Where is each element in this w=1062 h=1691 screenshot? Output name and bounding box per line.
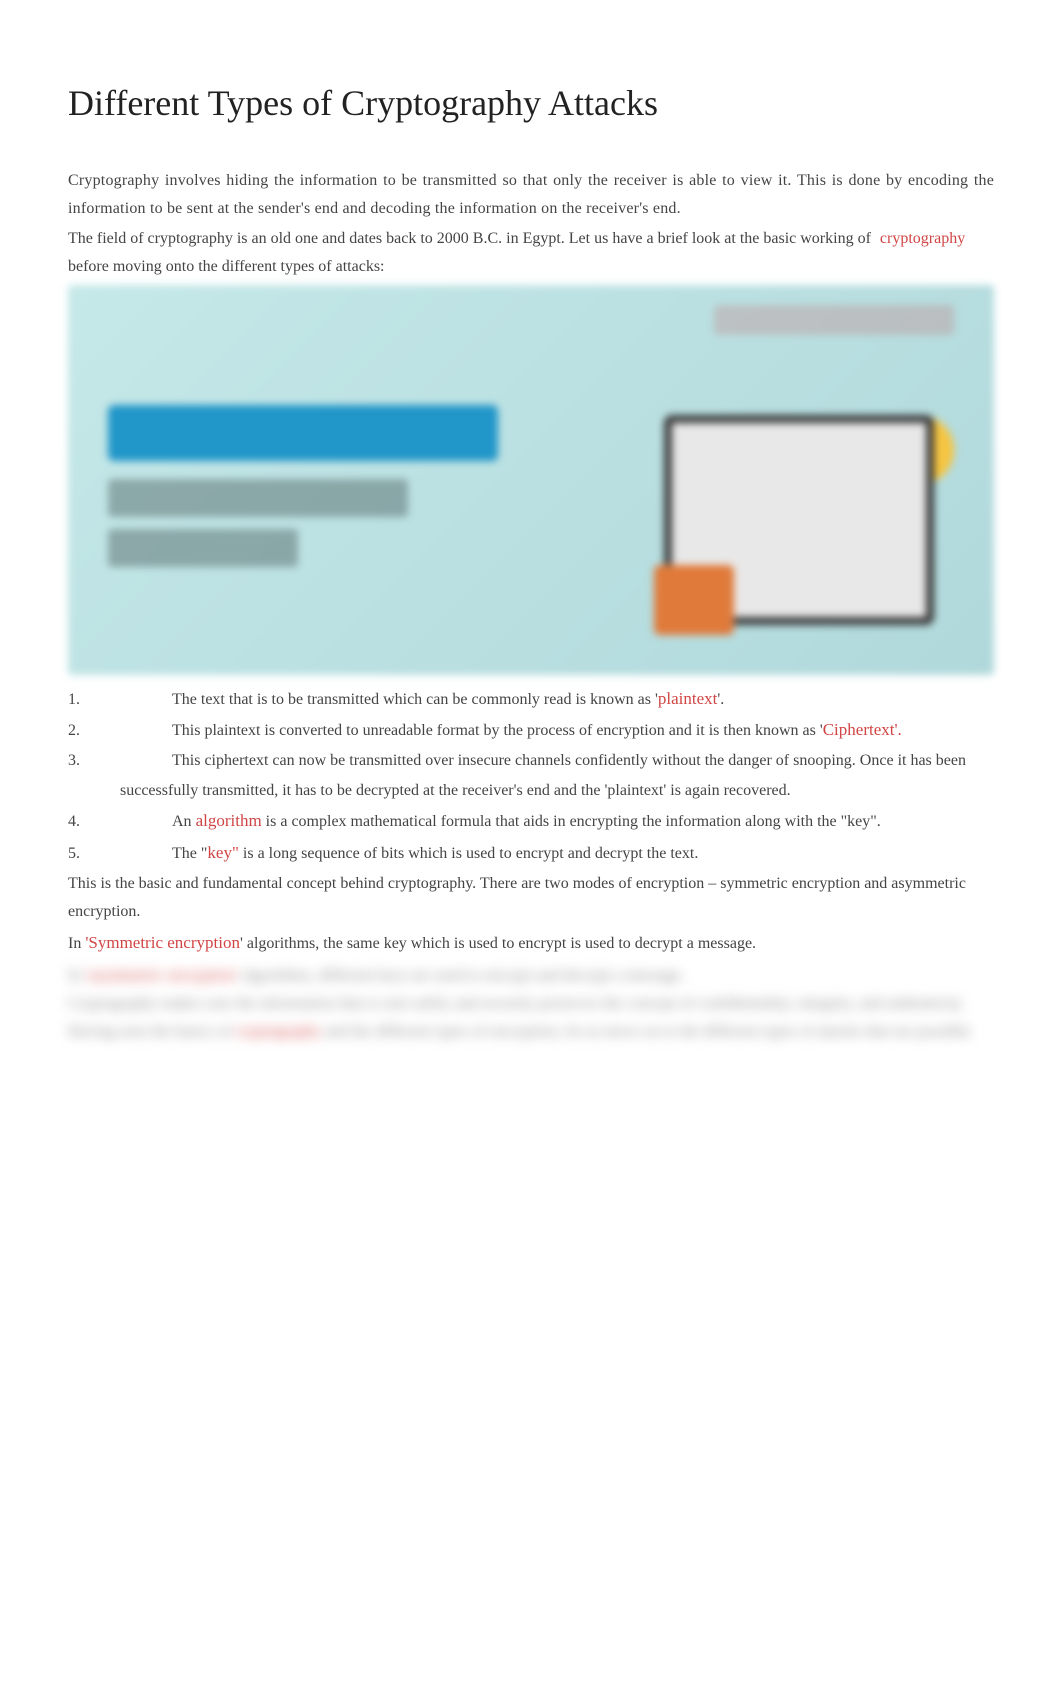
list-item-4: An algorithm is a complex mathematical f… [68, 805, 994, 837]
algorithm-term: algorithm [196, 811, 262, 830]
list-item-2: This plaintext is converted to unreadabl… [68, 714, 994, 746]
item4-text-b: is a complex mathematical formula that a… [262, 813, 881, 830]
cryptography-term-2: cryptography [236, 1023, 321, 1040]
item2-text-a: This plaintext is converted to unreadabl… [124, 722, 823, 739]
plaintext-term: plaintext [658, 689, 717, 708]
blur-1b: algorithms, different keys are used to e… [238, 967, 684, 984]
box-icon [654, 565, 734, 635]
ciphertext-term: Ciphertext'. [823, 720, 902, 739]
hero-blue-title-bar [108, 405, 498, 461]
cryptography-link[interactable]: cryptography [875, 230, 970, 247]
blurred-line-2: Cryptography makes sure the information … [68, 990, 994, 1046]
symmetric-encryption-term: 'Symmetric encryption [85, 933, 240, 952]
hero-brand-badge [714, 305, 954, 335]
symmetric-paragraph: In 'Symmetric encryption' algorithms, th… [68, 928, 994, 958]
key-term: key" [207, 843, 239, 862]
asymmetric-encryption-term: 'asymmetric encryption' [85, 967, 238, 984]
item1-text-b: '. [717, 691, 724, 708]
item5-text-a: The " [124, 845, 207, 862]
list-item-1: The text that is to be transmitted which… [68, 683, 994, 715]
blur-1a: In [68, 967, 85, 984]
sym-text-b: ' algorithms, the same key which is used… [240, 935, 756, 952]
item4-text-a: An [124, 813, 196, 830]
modes-paragraph: This is the basic and fundamental concep… [68, 870, 994, 926]
hero-subtitle-2 [108, 529, 298, 567]
sym-text-a: In [68, 935, 85, 952]
intro2-text-b: before moving onto the different types o… [68, 258, 385, 275]
item3-text: This ciphertext can now be transmitted o… [120, 752, 966, 799]
hero-subtitle-1 [108, 479, 408, 517]
concepts-list: The text that is to be transmitted which… [68, 683, 994, 869]
list-item-3: This ciphertext can now be transmitted o… [68, 746, 994, 805]
item1-text-a: The text that is to be transmitted which… [124, 691, 658, 708]
hero-title-block [108, 405, 498, 579]
intro-paragraph-2: The field of cryptography is an old one … [68, 225, 994, 281]
item5-text-b: is a long sequence of bits which is used… [239, 845, 698, 862]
intro2-text-a: The field of cryptography is an old one … [68, 230, 875, 247]
blurred-preview: In 'asymmetric encryption' algorithms, d… [68, 962, 994, 1046]
list-item-5: The "key" is a long sequence of bits whi… [68, 837, 994, 869]
blurred-line-1: In 'asymmetric encryption' algorithms, d… [68, 962, 994, 990]
intro-paragraph-1: Cryptography involves hiding the informa… [68, 167, 994, 223]
hero-image [68, 285, 994, 675]
page-title: Different Types of Cryptography Attacks [68, 80, 994, 127]
blur-2b: and the different types of encryption, l… [325, 1023, 974, 1040]
